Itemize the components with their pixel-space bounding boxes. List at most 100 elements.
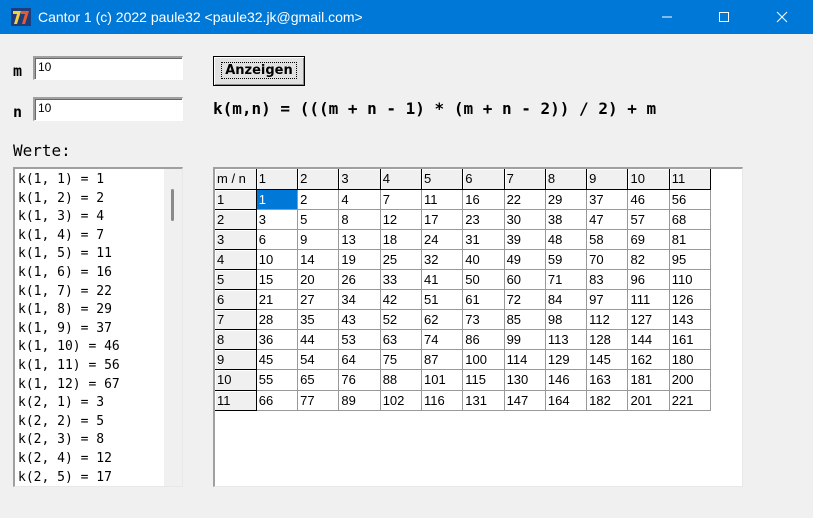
list-item[interactable]: k(2, 4) = 12 bbox=[18, 450, 120, 469]
grid-cell[interactable]: 62 bbox=[421, 309, 464, 331]
grid-cell[interactable]: 86 bbox=[462, 329, 505, 351]
grid-cell[interactable]: 181 bbox=[627, 369, 670, 391]
grid-cell[interactable]: 70 bbox=[586, 249, 629, 270]
grid-cell[interactable]: 95 bbox=[669, 249, 712, 270]
grid-cell[interactable]: 68 bbox=[669, 209, 712, 230]
grid-cell[interactable]: 130 bbox=[504, 369, 546, 391]
values-listbox[interactable]: k(1, 1) = 1 k(1, 2) = 2 k(1, 3) = 4 k(1, 4)… bbox=[13, 167, 183, 487]
list-item[interactable]: k(2, 5) = 17 bbox=[18, 469, 120, 487]
anzeigen-button[interactable]: Anzeigen bbox=[213, 56, 305, 86]
grid-cell[interactable]: 72 bbox=[504, 289, 546, 311]
grid-cell[interactable]: 48 bbox=[545, 229, 588, 250]
grid-cell[interactable]: 87 bbox=[421, 349, 464, 371]
grid-cell[interactable]: 12 bbox=[380, 209, 422, 230]
list-item[interactable]: k(2, 1) = 3 bbox=[18, 394, 120, 413]
cantor-grid[interactable]: m / n 1 2 3 4 5 6 7 8 9 10 11 1 1 2 4 7 11 16 22 29 37 46 56 2 3 5… bbox=[213, 167, 743, 487]
grid-cell[interactable]: 19 bbox=[338, 249, 381, 270]
n-input[interactable]: 10 bbox=[33, 97, 183, 121]
grid-cell[interactable]: 61 bbox=[462, 289, 505, 311]
grid-cell[interactable]: 14 bbox=[297, 249, 340, 270]
grid-cell[interactable]: 17 bbox=[421, 209, 464, 230]
grid-cell[interactable]: 182 bbox=[586, 390, 629, 411]
grid-cell[interactable]: 21 bbox=[256, 289, 299, 311]
grid-cell[interactable]: 99 bbox=[504, 329, 546, 351]
list-item[interactable]: k(1, 9) = 37 bbox=[18, 320, 120, 339]
grid-cell[interactable]: 50 bbox=[462, 269, 505, 291]
grid-cell[interactable]: 143 bbox=[669, 309, 712, 331]
grid-cell[interactable]: 98 bbox=[545, 309, 588, 331]
grid-cell[interactable]: 33 bbox=[380, 269, 422, 291]
grid-cell[interactable]: 15 bbox=[256, 269, 299, 291]
grid-cell[interactable]: 60 bbox=[504, 269, 546, 291]
grid-cell[interactable]: 56 bbox=[669, 189, 712, 210]
grid-cell[interactable]: 88 bbox=[380, 369, 422, 391]
grid-cell[interactable]: 145 bbox=[586, 349, 629, 371]
minimize-button[interactable] bbox=[639, 0, 695, 34]
grid-cell[interactable]: 22 bbox=[504, 189, 546, 210]
list-item[interactable]: k(2, 2) = 5 bbox=[18, 413, 120, 432]
grid-cell[interactable]: 85 bbox=[504, 309, 546, 331]
grid-cell[interactable]: 64 bbox=[338, 349, 381, 371]
grid-cell[interactable]: 146 bbox=[545, 369, 588, 391]
grid-cell[interactable]: 201 bbox=[627, 390, 670, 411]
grid-cell[interactable]: 16 bbox=[462, 189, 505, 210]
grid-cell[interactable]: 59 bbox=[545, 249, 588, 270]
grid-cell[interactable]: 102 bbox=[380, 390, 422, 411]
grid-cell[interactable]: 24 bbox=[421, 229, 464, 250]
grid-cell[interactable]: 7 bbox=[380, 189, 422, 210]
grid-cell[interactable]: 36 bbox=[256, 329, 299, 351]
grid-cell[interactable]: 147 bbox=[504, 390, 546, 411]
grid-cell[interactable]: 42 bbox=[380, 289, 422, 311]
grid-cell[interactable]: 39 bbox=[504, 229, 546, 250]
grid-cell[interactable]: 127 bbox=[627, 309, 670, 331]
grid-cell[interactable]: 29 bbox=[545, 189, 588, 210]
grid-cell[interactable]: 164 bbox=[545, 390, 588, 411]
grid-cell[interactable]: 97 bbox=[586, 289, 629, 311]
grid-cell[interactable]: 77 bbox=[297, 390, 340, 411]
list-item[interactable]: k(1, 11) = 56 bbox=[18, 357, 120, 376]
list-item[interactable]: k(1, 2) = 2 bbox=[18, 190, 120, 209]
grid-cell[interactable]: 76 bbox=[338, 369, 381, 391]
grid-cell[interactable]: 37 bbox=[586, 189, 629, 210]
grid-cell[interactable]: 30 bbox=[504, 209, 546, 230]
grid-cell[interactable]: 126 bbox=[669, 289, 712, 311]
grid-cell[interactable]: 69 bbox=[627, 229, 670, 250]
grid-cell[interactable]: 162 bbox=[627, 349, 670, 371]
grid-cell[interactable]: 163 bbox=[586, 369, 629, 391]
list-item[interactable]: k(2, 3) = 8 bbox=[18, 431, 120, 450]
grid-cell[interactable]: 1 bbox=[256, 189, 299, 210]
grid-cell[interactable]: 28 bbox=[256, 309, 299, 331]
maximize-button[interactable] bbox=[696, 0, 752, 34]
grid-cell[interactable]: 111 bbox=[627, 289, 670, 311]
grid-cell[interactable]: 63 bbox=[380, 329, 422, 351]
grid-cell[interactable]: 40 bbox=[462, 249, 505, 270]
grid-cell[interactable]: 9 bbox=[297, 229, 340, 250]
grid-cell[interactable]: 144 bbox=[627, 329, 670, 351]
grid-cell[interactable]: 58 bbox=[586, 229, 629, 250]
grid-cell[interactable]: 10 bbox=[256, 249, 299, 270]
list-item[interactable]: k(1, 7) = 22 bbox=[18, 283, 120, 302]
grid-cell[interactable]: 71 bbox=[545, 269, 588, 291]
grid-cell[interactable]: 100 bbox=[462, 349, 505, 371]
grid-cell[interactable]: 34 bbox=[338, 289, 381, 311]
grid-cell[interactable]: 47 bbox=[586, 209, 629, 230]
grid-cell[interactable]: 84 bbox=[545, 289, 588, 311]
list-scrollbar[interactable] bbox=[164, 169, 182, 486]
list-item[interactable]: k(1, 1) = 1 bbox=[18, 171, 120, 190]
grid-cell[interactable]: 49 bbox=[504, 249, 546, 270]
grid-cell[interactable]: 35 bbox=[297, 309, 340, 331]
grid-cell[interactable]: 13 bbox=[338, 229, 381, 250]
grid-cell[interactable]: 26 bbox=[338, 269, 381, 291]
grid-cell[interactable]: 43 bbox=[338, 309, 381, 331]
grid-cell[interactable]: 161 bbox=[669, 329, 712, 351]
grid-cell[interactable]: 32 bbox=[421, 249, 464, 270]
grid-cell[interactable]: 18 bbox=[380, 229, 422, 250]
grid-cell[interactable]: 110 bbox=[669, 269, 712, 291]
grid-cell[interactable]: 54 bbox=[297, 349, 340, 371]
grid-cell[interactable]: 11 bbox=[421, 189, 464, 210]
grid-cell[interactable]: 89 bbox=[338, 390, 381, 411]
grid-cell[interactable]: 4 bbox=[338, 189, 381, 210]
close-button[interactable] bbox=[754, 0, 810, 34]
list-item[interactable]: k(1, 12) = 67 bbox=[18, 376, 120, 395]
grid-cell[interactable]: 115 bbox=[462, 369, 505, 391]
